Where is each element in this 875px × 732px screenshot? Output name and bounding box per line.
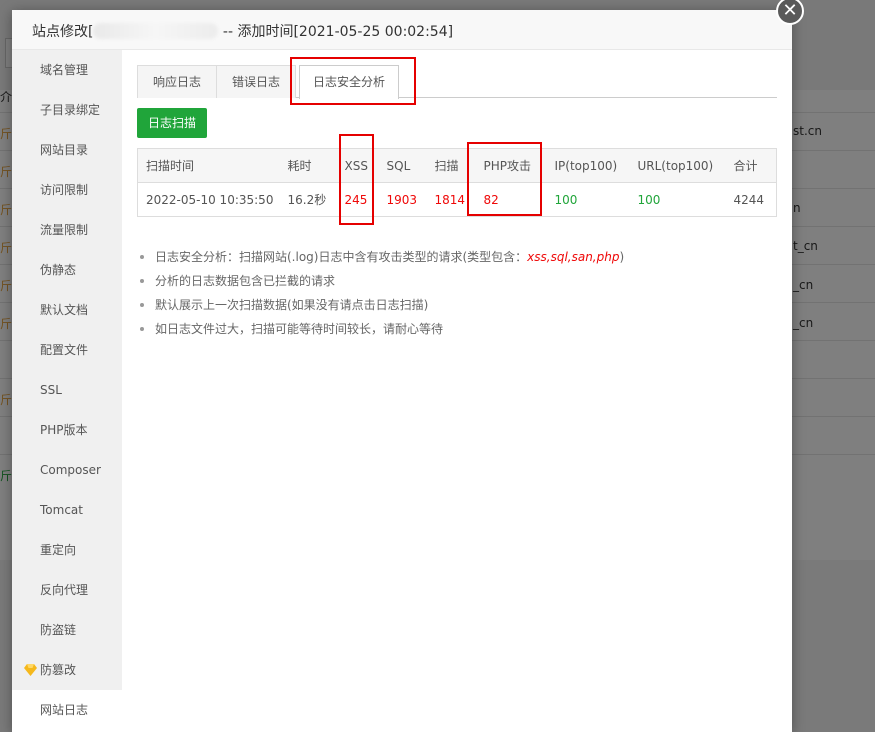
column-header-php-attack: PHP攻击 [475,148,547,183]
table-row: 2022-05-10 10:35:50 16.2秒 245 1903 1814 … [137,182,777,217]
cell-php-attack: 82 [475,182,547,217]
sidebar-item-subdirectory[interactable]: 子目录绑定 [12,90,122,130]
column-header-scan-time: 扫描时间 [137,148,280,183]
cell-ip-top100[interactable]: 100 [546,182,630,217]
redacted-site-name [93,23,219,39]
note-text: 日志安全分析：扫描网站(.log)日志中含有攻击类型的请求(类型包含： [155,250,528,264]
dialog-sidebar: 域名管理 子目录绑定 网站目录 访问限制 流量限制 伪静态 默认文档 配置文件 … [12,50,122,730]
sidebar-item-access-limit[interactable]: 访问限制 [12,170,122,210]
sidebar-item-traffic-limit[interactable]: 流量限制 [12,210,122,250]
sidebar-item-tamper-proof[interactable]: 防篡改 [12,650,122,690]
note-item: 默认展示上一次扫描数据(如果没有请点击日志扫描) [137,293,777,317]
column-header-url-top100: URL(top100) [629,148,726,183]
note-text: ) [619,250,625,264]
sidebar-item-site-directory[interactable]: 网站目录 [12,130,122,170]
site-edit-dialog: 站点修改[ -- 添加时间[2021-05-25 00:02:54] 域名管理 … [12,10,792,732]
cell-scan-time: 2022-05-10 10:35:50 [137,182,280,217]
sidebar-item-hotlink[interactable]: 防盗链 [12,610,122,650]
help-notes: 日志安全分析：扫描网站(.log)日志中含有攻击类型的请求(类型包含：xss,s… [137,245,777,341]
sidebar-item-config-file[interactable]: 配置文件 [12,330,122,370]
tab-error-log[interactable]: 错误日志 [216,65,296,98]
note-item: 如日志文件过大，扫描可能等待时间较长，请耐心等待 [137,317,777,341]
sidebar-item-composer[interactable]: Composer [12,450,122,490]
sidebar-item-tomcat[interactable]: Tomcat [12,490,122,530]
column-header-duration: 耗时 [279,148,337,183]
sidebar-item-rewrite[interactable]: 伪静态 [12,250,122,290]
attack-types: xss,sql,san,php [527,250,620,264]
log-scan-button[interactable]: 日志扫描 [137,108,207,138]
dialog-title: 站点修改[ -- 添加时间[2021-05-25 00:02:54] [32,21,453,41]
column-header-total: 合计 [725,148,777,183]
sidebar-item-php-version[interactable]: PHP版本 [12,410,122,450]
gem-icon [24,664,37,676]
note-item: 日志安全分析：扫描网站(.log)日志中含有攻击类型的请求(类型包含：xss,s… [137,245,777,269]
sidebar-item-default-doc[interactable]: 默认文档 [12,290,122,330]
dialog-title-suffix: -- 添加时间[2021-05-25 00:02:54] [222,24,454,40]
scan-result-table: 扫描时间 耗时 XSS SQL 扫描 PHP攻击 IP(top100) URL(… [137,148,777,217]
table-header-row: 扫描时间 耗时 XSS SQL 扫描 PHP攻击 IP(top100) URL(… [137,148,777,183]
tab-log-security-analysis[interactable]: 日志安全分析 [299,65,399,99]
cell-sql: 1903 [378,182,427,217]
column-header-xss: XSS [336,148,379,183]
sidebar-item-ssl[interactable]: SSL [12,370,122,410]
cell-xss: 245 [336,182,379,217]
sidebar-item-label: 防篡改 [40,663,77,677]
cell-url-top100[interactable]: 100 [629,182,726,217]
sidebar-item-site-log[interactable]: 网站日志 [12,690,122,730]
dialog-header: 站点修改[ -- 添加时间[2021-05-25 00:02:54] [12,10,792,50]
column-header-ip-top100: IP(top100) [546,148,630,183]
cell-scan: 1814 [426,182,476,217]
column-header-sql: SQL [378,148,427,183]
sidebar-item-reverse-proxy[interactable]: 反向代理 [12,570,122,610]
sidebar-item-redirect[interactable]: 重定向 [12,530,122,570]
cell-total: 4244 [725,182,777,217]
note-item: 分析的日志数据包含已拦截的请求 [137,269,777,293]
cell-duration: 16.2秒 [279,182,337,217]
tab-response-log[interactable]: 响应日志 [137,65,217,98]
dialog-title-prefix: 站点修改[ [32,24,94,40]
column-header-scan: 扫描 [426,148,476,183]
log-tabs: 响应日志 错误日志 日志安全分析 [137,65,777,99]
sidebar-item-domain[interactable]: 域名管理 [12,50,122,90]
